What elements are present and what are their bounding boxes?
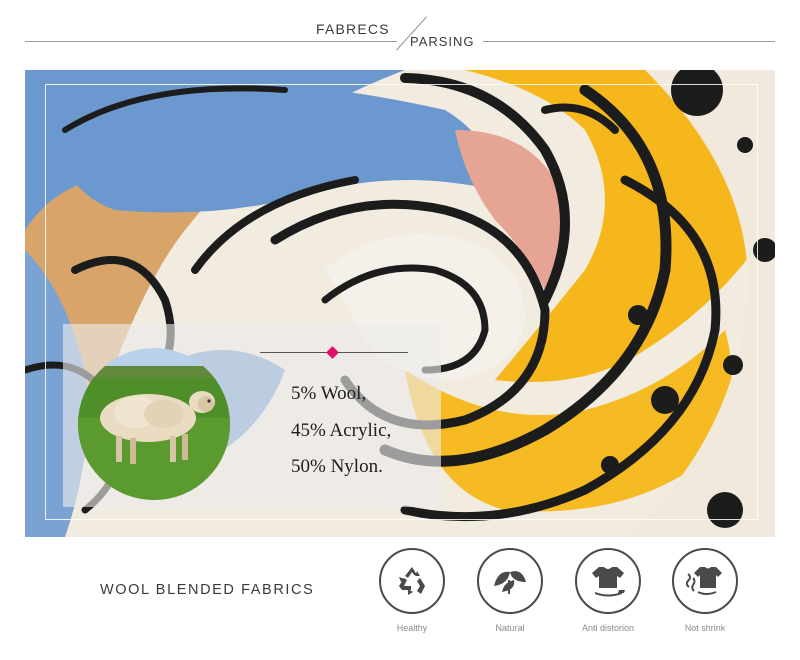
header-title-word2: PARSING bbox=[410, 34, 475, 49]
card-divider-left bbox=[260, 352, 328, 353]
composition-wool: 5% Wool, bbox=[291, 383, 367, 404]
header-title-word1: FABRECS bbox=[316, 21, 390, 37]
sheep-photo bbox=[78, 348, 230, 500]
shirt-dryer-icon bbox=[686, 567, 722, 595]
feature-natural: Natural bbox=[475, 548, 545, 633]
feature-ring bbox=[672, 548, 738, 614]
feature-label: Not shrink bbox=[684, 623, 726, 633]
feature-not-shrink: Not shrink bbox=[670, 548, 740, 633]
feature-ring bbox=[575, 548, 641, 614]
leaves-icon bbox=[494, 571, 526, 594]
card-divider-right bbox=[338, 352, 408, 353]
feature-label: Natural bbox=[495, 623, 525, 633]
feature-label: Anti distorion bbox=[581, 623, 635, 633]
composition-acrylic: 45% Acrylic, bbox=[291, 420, 392, 441]
feature-ring bbox=[379, 548, 445, 614]
sheep-icon bbox=[78, 348, 230, 500]
tagline: WOOL BLENDED FABRICS bbox=[100, 582, 315, 598]
shirt-iron-icon bbox=[592, 567, 625, 597]
recycle-icon bbox=[399, 567, 425, 595]
feature-label: Healthy bbox=[396, 623, 428, 633]
header-rule-left bbox=[25, 41, 397, 42]
feature-ring bbox=[477, 548, 543, 614]
composition-nylon: 50% Nylon. bbox=[291, 456, 383, 477]
header-rule-right bbox=[483, 41, 775, 42]
feature-healthy: Healthy bbox=[377, 548, 447, 633]
feature-anti-distortion: Anti distorion bbox=[573, 548, 643, 633]
